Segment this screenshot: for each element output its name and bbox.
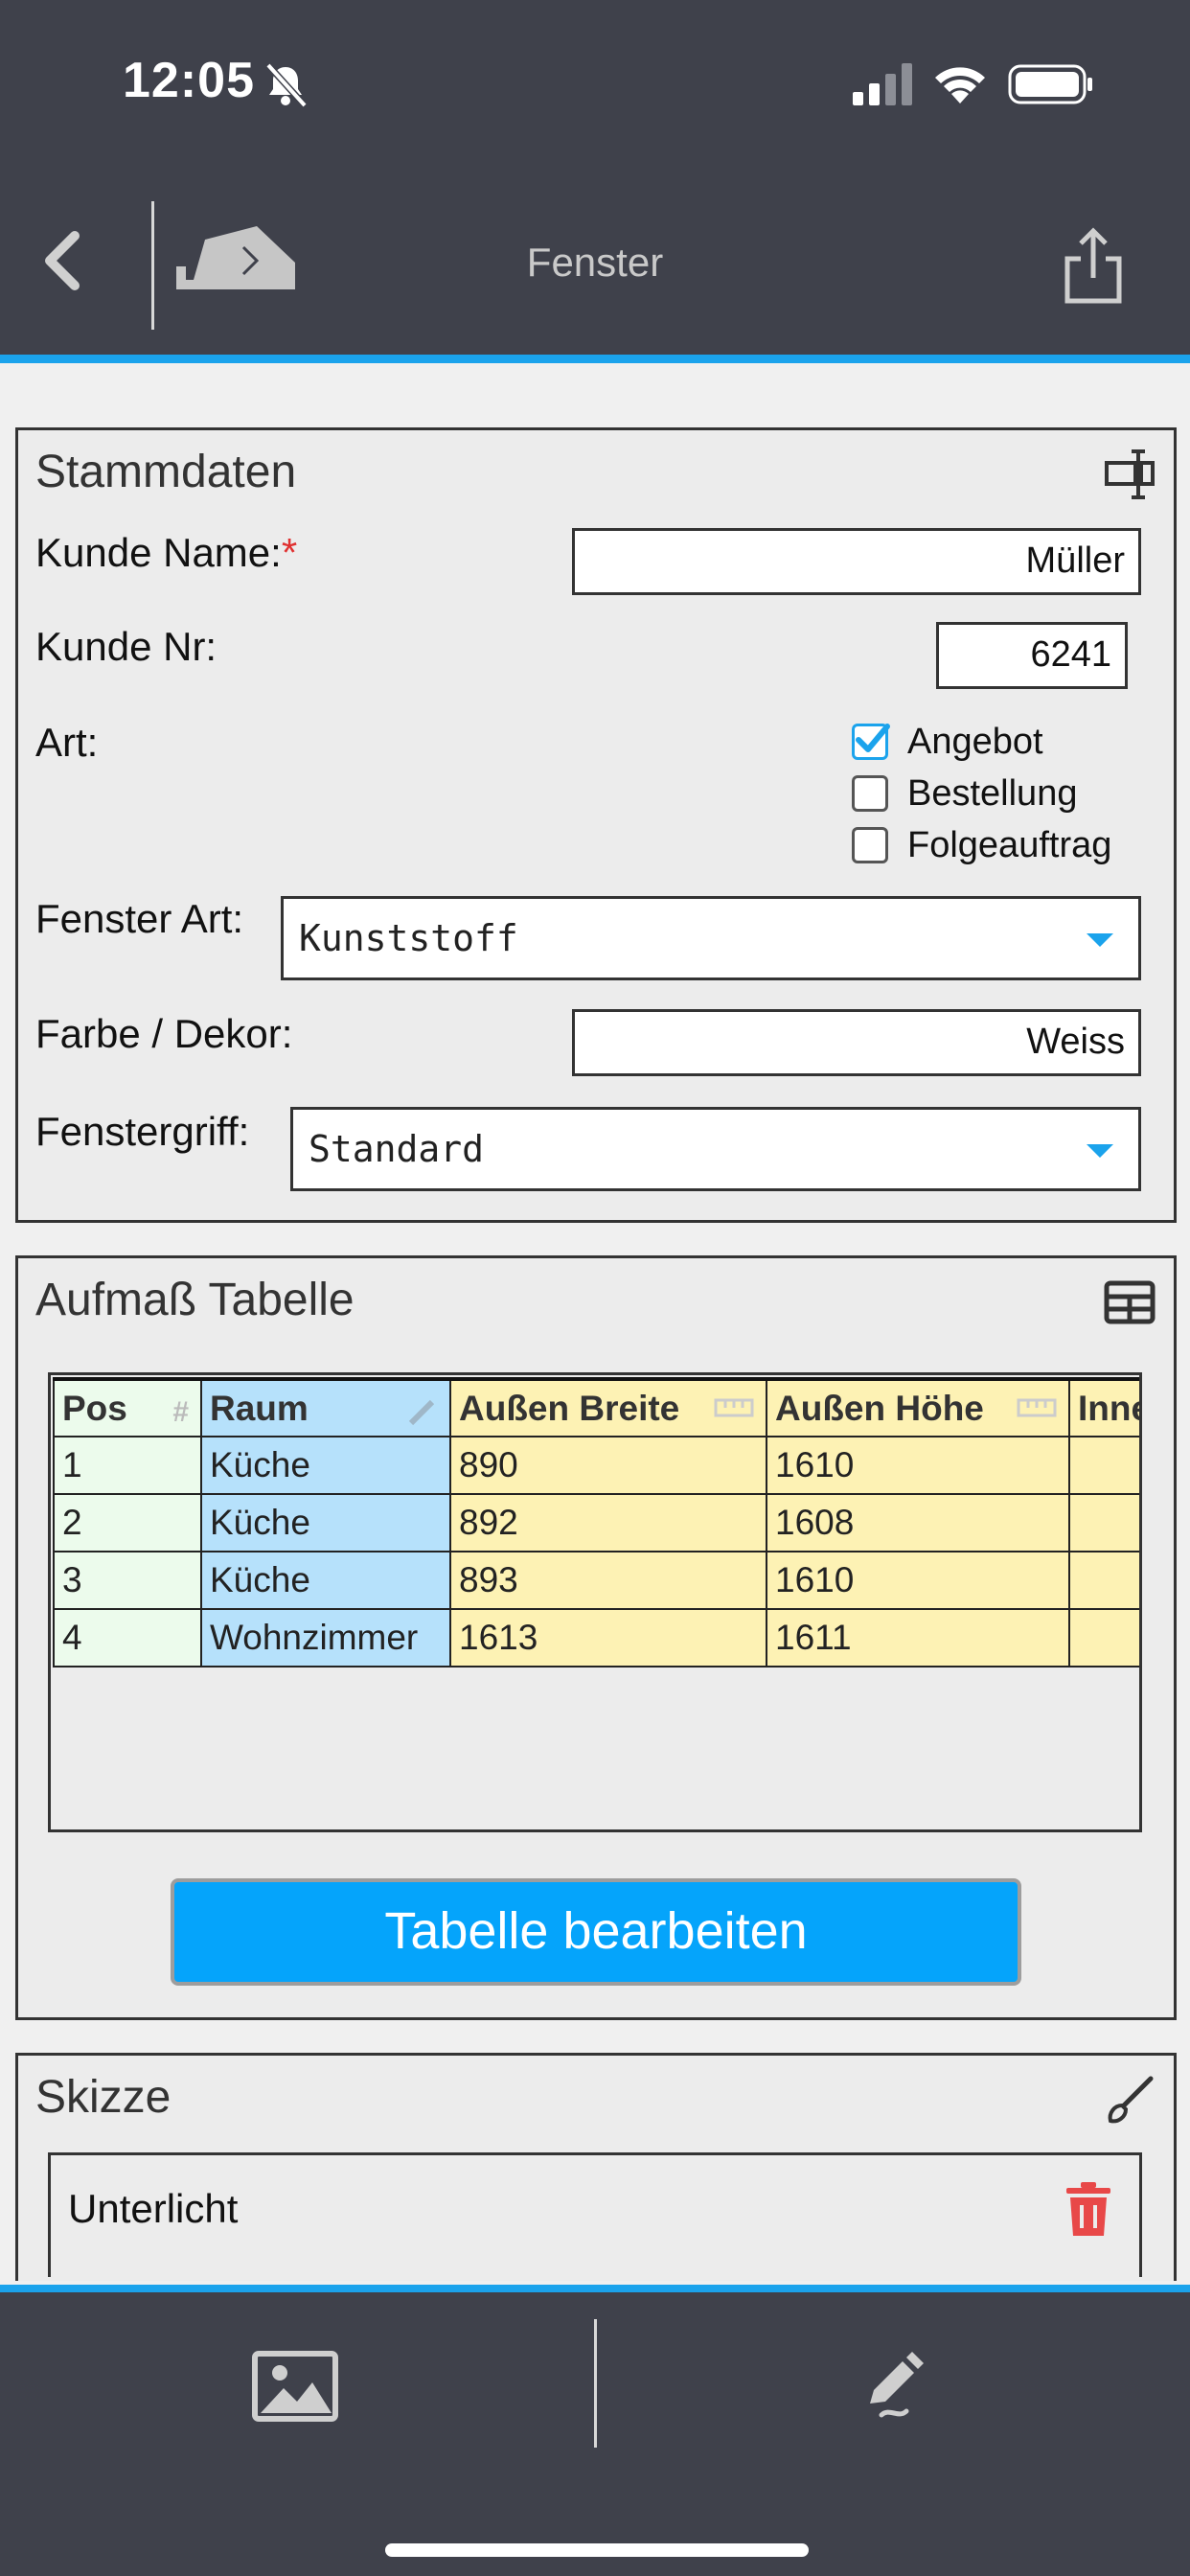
cell-raum[interactable]: Küche bbox=[200, 1551, 451, 1610]
bottom-toolbar bbox=[0, 2292, 1190, 2576]
farbe-dekor-label: Farbe / Dekor: bbox=[35, 1011, 293, 1056]
checkbox-folgeauftrag[interactable]: Folgeauftrag bbox=[852, 821, 1111, 869]
select-value: Kunststoff bbox=[299, 917, 518, 959]
cell-aussen-hoehe[interactable]: 1611 bbox=[766, 1608, 1070, 1668]
cell-pos[interactable]: 1 bbox=[53, 1436, 202, 1495]
fenstergriff-select[interactable]: Standard bbox=[290, 1107, 1141, 1191]
input-field-icon bbox=[1105, 449, 1155, 499]
bottom-accent-line bbox=[0, 2285, 1190, 2292]
cell-raum[interactable]: Küche bbox=[200, 1493, 451, 1552]
kunde-nr-input[interactable]: 6241 bbox=[936, 622, 1128, 689]
column-header-aussen-hoehe[interactable]: Außen Höhe bbox=[766, 1378, 1070, 1438]
column-header-innen[interactable]: Inne bbox=[1068, 1378, 1139, 1438]
panel-title-stammdaten: Stammdaten bbox=[35, 447, 297, 497]
checkbox-unchecked[interactable] bbox=[852, 775, 888, 812]
cell-aussen-breite[interactable]: 890 bbox=[449, 1436, 767, 1495]
kunde-name-input[interactable]: Müller bbox=[572, 528, 1141, 595]
column-header-pos[interactable]: Pos # bbox=[53, 1378, 202, 1438]
column-header-aussen-breite[interactable]: Außen Breite bbox=[449, 1378, 767, 1438]
header-accent-line bbox=[0, 355, 1190, 363]
aufmass-table[interactable]: Pos# Raum Außen Breite Außen Höhe Inne 1… bbox=[53, 1377, 1139, 1668]
checkbox-bestellung[interactable]: Bestellung bbox=[852, 770, 1077, 817]
table-row[interactable]: 3 Küche 893 1610 bbox=[53, 1551, 1139, 1610]
cellular-signal-icon bbox=[853, 63, 912, 105]
fenster-art-label: Fenster Art: bbox=[35, 896, 244, 941]
table-row[interactable]: 4 Wohnzimmer 1613 1611 bbox=[53, 1608, 1139, 1668]
brush-icon bbox=[1108, 2076, 1154, 2124]
select-value: Standard bbox=[309, 1128, 485, 1170]
aufmass-table-container[interactable]: Pos# Raum Außen Breite Außen Höhe Inne 1… bbox=[48, 1372, 1142, 1832]
dropdown-caret-icon bbox=[1087, 933, 1113, 947]
column-header-raum[interactable]: Raum bbox=[200, 1378, 451, 1438]
cell-innen[interactable] bbox=[1068, 1608, 1139, 1668]
checkbox-unchecked[interactable] bbox=[852, 827, 888, 863]
image-icon[interactable] bbox=[251, 2350, 339, 2423]
cell-pos[interactable]: 3 bbox=[53, 1551, 202, 1610]
cell-innen[interactable] bbox=[1068, 1551, 1139, 1610]
wifi-icon bbox=[935, 67, 985, 104]
bell-slash-icon bbox=[265, 62, 308, 108]
dropdown-caret-icon bbox=[1087, 1144, 1113, 1158]
fenster-art-select[interactable]: Kunststoff bbox=[281, 896, 1141, 980]
cell-aussen-hoehe[interactable]: 1610 bbox=[766, 1436, 1070, 1495]
toolbar-divider bbox=[594, 2319, 597, 2448]
battery-icon bbox=[1008, 64, 1092, 104]
hash-icon: # bbox=[172, 1396, 189, 1428]
panel-title-aufmass: Aufmaß Tabelle bbox=[35, 1275, 355, 1325]
panel-title-skizze: Skizze bbox=[35, 2072, 172, 2123]
fenstergriff-label: Fenstergriff: bbox=[35, 1109, 250, 1154]
skizze-item[interactable]: Unterlicht bbox=[48, 2152, 1142, 2277]
status-time: 12:05 bbox=[123, 53, 255, 108]
table-header-row: Pos# Raum Außen Breite Außen Höhe Inne bbox=[53, 1378, 1139, 1438]
edit-table-button[interactable]: Tabelle bearbeiten bbox=[171, 1878, 1021, 1986]
checkbox-checked[interactable] bbox=[852, 724, 890, 760]
kunde-nr-label: Kunde Nr: bbox=[35, 624, 217, 669]
art-label: Art: bbox=[35, 720, 99, 765]
cell-pos[interactable]: 2 bbox=[53, 1493, 202, 1552]
cell-raum[interactable]: Wohnzimmer bbox=[200, 1608, 451, 1668]
pencil-icon bbox=[408, 1399, 435, 1426]
cell-pos[interactable]: 4 bbox=[53, 1608, 202, 1668]
checkmark-icon bbox=[856, 724, 890, 752]
cell-aussen-hoehe[interactable]: 1608 bbox=[766, 1493, 1070, 1552]
ruler-icon bbox=[714, 1398, 754, 1417]
checkbox-label: Angebot bbox=[907, 721, 1043, 762]
farbe-dekor-input[interactable]: Weiss bbox=[572, 1009, 1141, 1076]
page-title: Fenster bbox=[526, 240, 664, 285]
cell-aussen-hoehe[interactable]: 1610 bbox=[766, 1551, 1070, 1610]
share-icon[interactable] bbox=[1062, 226, 1125, 307]
pen-edit-icon[interactable] bbox=[860, 2348, 927, 2421]
cell-raum[interactable]: Küche bbox=[200, 1436, 451, 1495]
cell-innen[interactable] bbox=[1068, 1436, 1139, 1495]
skizze-item-label: Unterlicht bbox=[68, 2186, 239, 2231]
cell-innen[interactable] bbox=[1068, 1493, 1139, 1552]
checkbox-label: Folgeauftrag bbox=[907, 824, 1112, 865]
ruler-icon bbox=[1017, 1398, 1057, 1417]
kunde-name-label: Kunde Name:* bbox=[35, 530, 298, 575]
table-row[interactable]: 1 Küche 890 1610 bbox=[53, 1436, 1139, 1495]
checkbox-angebot[interactable]: Angebot bbox=[852, 718, 1043, 766]
cell-aussen-breite[interactable]: 892 bbox=[449, 1493, 767, 1552]
stammdaten-panel: Stammdaten Kunde Name:* Müller Kunde Nr:… bbox=[15, 427, 1177, 1223]
top-bar: 12:05 Fenster bbox=[0, 0, 1190, 355]
home-indicator bbox=[385, 2543, 809, 2557]
cell-aussen-breite[interactable]: 893 bbox=[449, 1551, 767, 1610]
cell-aussen-breite[interactable]: 1613 bbox=[449, 1608, 767, 1668]
table-icon bbox=[1104, 1280, 1156, 1324]
checkbox-label: Bestellung bbox=[907, 772, 1078, 814]
trash-icon[interactable] bbox=[1064, 2182, 1112, 2238]
table-row[interactable]: 2 Küche 892 1608 bbox=[53, 1493, 1139, 1552]
